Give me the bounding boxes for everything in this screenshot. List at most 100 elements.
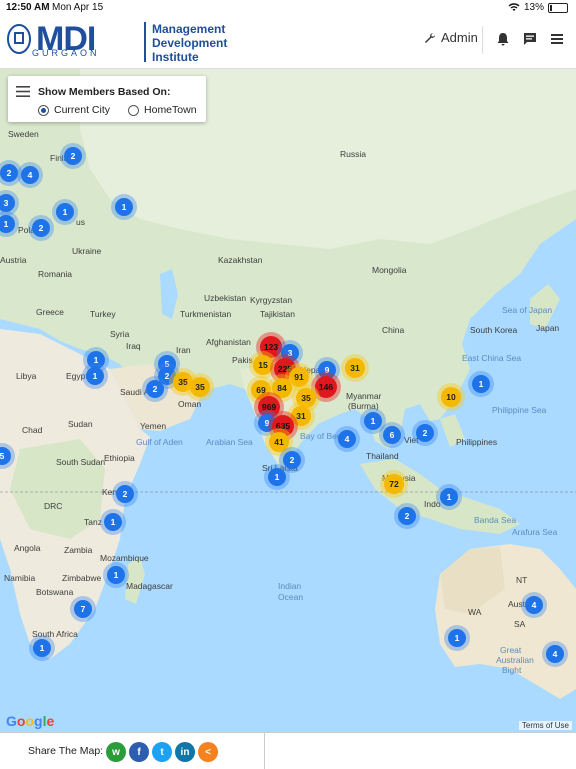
bell-icon[interactable] — [494, 30, 512, 48]
member-cluster-marker[interactable]: 2 — [283, 451, 301, 469]
member-cluster-marker[interactable]: 31 — [345, 358, 365, 378]
member-cluster-marker[interactable]: 2 — [116, 485, 134, 503]
member-cluster-marker[interactable]: 35 — [190, 377, 210, 397]
map-label: Thailand — [366, 451, 399, 461]
map-label: Zambia — [64, 545, 93, 555]
member-cluster-marker[interactable]: 2 — [416, 424, 434, 442]
message-icon[interactable] — [521, 30, 539, 48]
map-label: Sea of Japan — [502, 305, 553, 315]
map-label: Madagascar — [126, 581, 173, 591]
member-cluster-marker[interactable]: 1 — [86, 367, 104, 385]
share-bar: Share The Map: w f t in < — [0, 733, 265, 769]
map-label: Philippine Sea — [492, 405, 547, 415]
member-cluster-marker[interactable]: 7 — [74, 600, 92, 618]
map-label: NT — [516, 575, 528, 585]
map-label: Saudi A — [120, 387, 150, 397]
radio-current-city[interactable]: Current City — [38, 104, 110, 116]
admin-button[interactable]: Admin — [424, 30, 478, 45]
mdi-emblem-icon — [7, 24, 31, 54]
member-cluster-marker[interactable]: 84 — [272, 378, 292, 398]
map-label: Ethiopia — [104, 453, 135, 463]
map-label: Indian — [278, 581, 302, 591]
member-cluster-marker[interactable]: 4 — [546, 645, 564, 663]
map-label: us — [76, 217, 85, 227]
map-label: Iraq — [126, 341, 141, 351]
map-land — [0, 69, 576, 699]
member-cluster-marker[interactable]: 1 — [364, 412, 382, 430]
radio-hometown[interactable]: HomeTown — [128, 104, 197, 116]
member-cluster-marker[interactable]: 2 — [0, 164, 18, 182]
institute-line: Institute — [152, 50, 199, 64]
member-cluster-marker[interactable]: 1 — [448, 629, 466, 647]
map-label: Greece — [36, 307, 64, 317]
map-label: Turkmenistan — [180, 309, 232, 319]
member-cluster-marker[interactable]: 2 — [146, 380, 164, 398]
members-map[interactable]: Sweden Finla Russia Pola us Ukraine Kazakhstan… — [0, 69, 576, 732]
twitter-share-icon[interactable]: t — [152, 742, 172, 762]
map-label: Oman — [178, 399, 202, 409]
member-cluster-marker[interactable]: 146 — [315, 376, 337, 398]
radio-dot-selected[interactable] — [38, 104, 49, 116]
app-header: MDI GURGAON Management Development Insti… — [0, 16, 576, 69]
whatsapp-share-icon[interactable]: w — [106, 742, 126, 762]
map-label: Kazakhstan — [218, 255, 263, 265]
map-label: Egypt — [66, 371, 88, 381]
map-label: Syria — [110, 329, 130, 339]
member-cluster-marker[interactable]: 41 — [269, 432, 289, 452]
header-separator — [482, 26, 483, 54]
member-cluster-marker[interactable]: 91 — [289, 367, 309, 387]
member-cluster-marker[interactable]: 2 — [32, 219, 50, 237]
member-cluster-marker[interactable]: 4 — [338, 430, 356, 448]
member-cluster-marker[interactable]: 6 — [383, 426, 401, 444]
map-label: Indo — [424, 499, 441, 509]
wrench-icon — [425, 32, 435, 43]
map-label: Uzbekistan — [204, 293, 247, 303]
map-label: Libya — [16, 371, 37, 381]
member-cluster-marker[interactable]: 4 — [21, 166, 39, 184]
member-cluster-marker[interactable]: 4 — [525, 596, 543, 614]
status-right: 13% — [508, 2, 568, 13]
google-logo: Google — [6, 713, 54, 729]
terms-link[interactable]: Terms of Use — [518, 721, 572, 730]
member-cluster-marker[interactable]: 35 — [296, 388, 316, 408]
radio-label: HomeTown — [144, 104, 197, 116]
member-cluster-marker[interactable]: 1 — [33, 639, 51, 657]
map-label: SA — [514, 619, 526, 629]
map-label: Japan — [536, 323, 560, 333]
filter-options: Current City HomeTown — [38, 104, 197, 116]
share-label: Share The Map: — [28, 745, 104, 757]
member-cluster-marker[interactable]: 10 — [441, 387, 461, 407]
member-cluster-marker[interactable]: 2 — [64, 147, 82, 165]
menu-icon[interactable] — [548, 30, 566, 48]
member-cluster-marker[interactable]: 1 — [104, 513, 122, 531]
google-letter: o — [25, 713, 35, 729]
member-cluster-marker[interactable]: 31 — [291, 406, 311, 426]
member-cluster-marker[interactable]: 1 — [440, 488, 458, 506]
member-cluster-marker[interactable]: 1 — [472, 375, 490, 393]
map-label: Angola — [14, 543, 41, 553]
share-share-icon[interactable]: < — [198, 742, 218, 762]
battery-percent: 13% — [523, 2, 544, 13]
member-cluster-marker[interactable]: 1 — [115, 198, 133, 216]
filter-menu-icon[interactable] — [16, 86, 30, 97]
institute-line: Development — [152, 36, 228, 50]
member-cluster-marker[interactable]: 15 — [253, 355, 273, 375]
map-label: Kyrgyzstan — [250, 295, 293, 305]
facebook-share-icon[interactable]: f — [129, 742, 149, 762]
map-label: Bight — [502, 665, 522, 675]
admin-label: Admin — [441, 30, 478, 45]
map-label: Zimbabwe — [62, 573, 102, 583]
member-cluster-marker[interactable]: 1 — [56, 203, 74, 221]
member-cluster-marker[interactable]: 1 — [107, 566, 125, 584]
member-cluster-marker[interactable]: 1 — [268, 468, 286, 486]
linkedin-share-icon[interactable]: in — [175, 742, 195, 762]
status-bar: 12:50 AM Mon Apr 15 13% — [0, 0, 576, 16]
map-label: Chad — [22, 425, 43, 435]
map-label: Arafura Sea — [512, 527, 558, 537]
radio-dot[interactable] — [128, 104, 140, 116]
member-cluster-marker[interactable]: 2 — [398, 507, 416, 525]
filter-panel: Show Members Based On: Current City Home… — [8, 76, 206, 122]
map-label: Turkey — [90, 309, 116, 319]
wifi-icon — [508, 3, 520, 11]
member-cluster-marker[interactable]: 72 — [384, 474, 404, 494]
